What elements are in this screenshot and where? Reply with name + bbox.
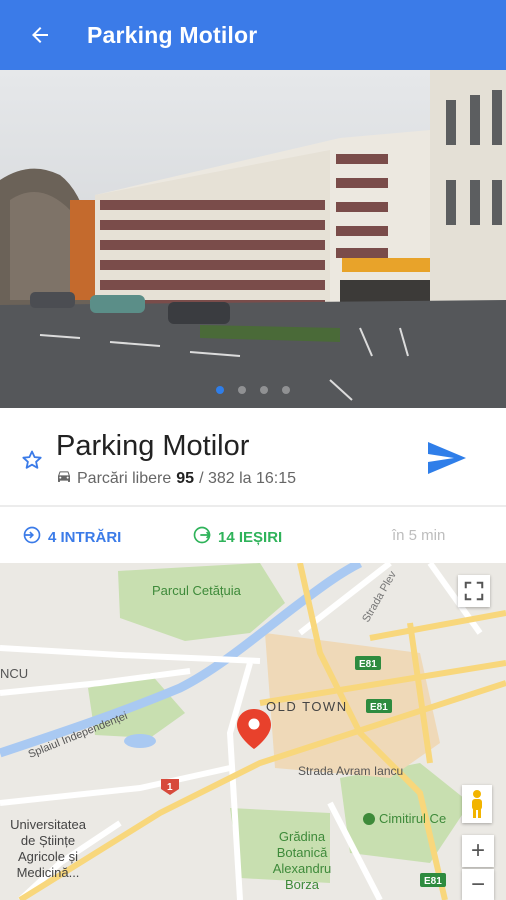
map-label-left: NCU bbox=[0, 666, 28, 681]
map-label-e81: E81 bbox=[424, 876, 442, 887]
map-label-park: Parcul Cetățuia bbox=[152, 583, 242, 598]
street-view-pegman-icon[interactable] bbox=[462, 785, 492, 823]
zoom-out-button[interactable]: − bbox=[462, 869, 494, 900]
entries-button[interactable]: 4 INTRĂRI bbox=[22, 525, 121, 549]
page-title: Parking Motilor bbox=[87, 21, 258, 48]
free-spaces-label: Parcări libere bbox=[77, 469, 172, 487]
map-canvas: Parcul Cetățuia Strada Plev NCU Splaiul … bbox=[0, 563, 506, 900]
carousel-dot[interactable] bbox=[238, 386, 246, 394]
zoom-in-button[interactable]: + bbox=[462, 835, 494, 867]
access-summary: 4 INTRĂRI 14 IEȘIRI în 5 min bbox=[0, 507, 506, 563]
car-icon bbox=[56, 468, 72, 489]
carousel-dot[interactable] bbox=[282, 386, 290, 394]
exits-button[interactable]: 14 IEȘIRI bbox=[192, 525, 282, 549]
map-label-university: Agricole și bbox=[18, 849, 78, 864]
map-view[interactable]: Parcul Cetățuia Strada Plev NCU Splaiul … bbox=[0, 563, 506, 900]
parking-photo bbox=[0, 70, 506, 408]
map-label-university: Universitatea bbox=[10, 817, 87, 832]
entry-icon bbox=[22, 525, 42, 549]
fullscreen-icon[interactable] bbox=[458, 575, 490, 607]
map-label-university: Medicină... bbox=[17, 865, 80, 880]
map-label-avram-iancu: Strada Avram Iancu bbox=[298, 764, 403, 778]
map-label-garden: Alexandru bbox=[273, 861, 332, 876]
eta-label: în 5 min bbox=[392, 527, 446, 544]
exit-icon bbox=[192, 525, 212, 549]
carousel-dot[interactable] bbox=[260, 386, 268, 394]
free-spaces-count: 95 bbox=[176, 469, 195, 487]
map-label-old-town: OLD TOWN bbox=[266, 699, 348, 714]
parking-photo-carousel[interactable] bbox=[0, 70, 506, 408]
parking-name: Parking Motilor bbox=[56, 430, 250, 462]
entries-label: 4 INTRĂRI bbox=[48, 528, 122, 546]
availability-line: Parcări libere 95 / 382 la 16:15 bbox=[56, 468, 296, 489]
exits-label: 14 IEȘIRI bbox=[218, 528, 283, 546]
back-arrow-icon[interactable] bbox=[26, 21, 54, 49]
map-label-garden: Botanică bbox=[277, 845, 328, 860]
carousel-dot[interactable] bbox=[216, 386, 224, 394]
map-label-garden: Borza bbox=[285, 877, 320, 892]
carousel-indicator bbox=[0, 386, 506, 394]
map-label-e81: E81 bbox=[370, 702, 388, 713]
map-label-cemetery: Cimitirul Ce bbox=[379, 811, 446, 826]
app-bar: Parking Motilor bbox=[0, 0, 506, 70]
total-and-time: / 382 la 16:15 bbox=[199, 469, 297, 487]
map-label-e81: E81 bbox=[359, 659, 377, 670]
map-label-university: de Științe bbox=[21, 833, 75, 848]
map-label-garden: Grădina bbox=[279, 829, 326, 844]
map-label-route-1: 1 bbox=[167, 782, 173, 793]
navigate-send-icon[interactable] bbox=[422, 438, 470, 478]
favorite-star-icon[interactable] bbox=[20, 448, 44, 472]
parking-info: Parking Motilor Parcări libere 95 / 382 … bbox=[0, 408, 506, 505]
